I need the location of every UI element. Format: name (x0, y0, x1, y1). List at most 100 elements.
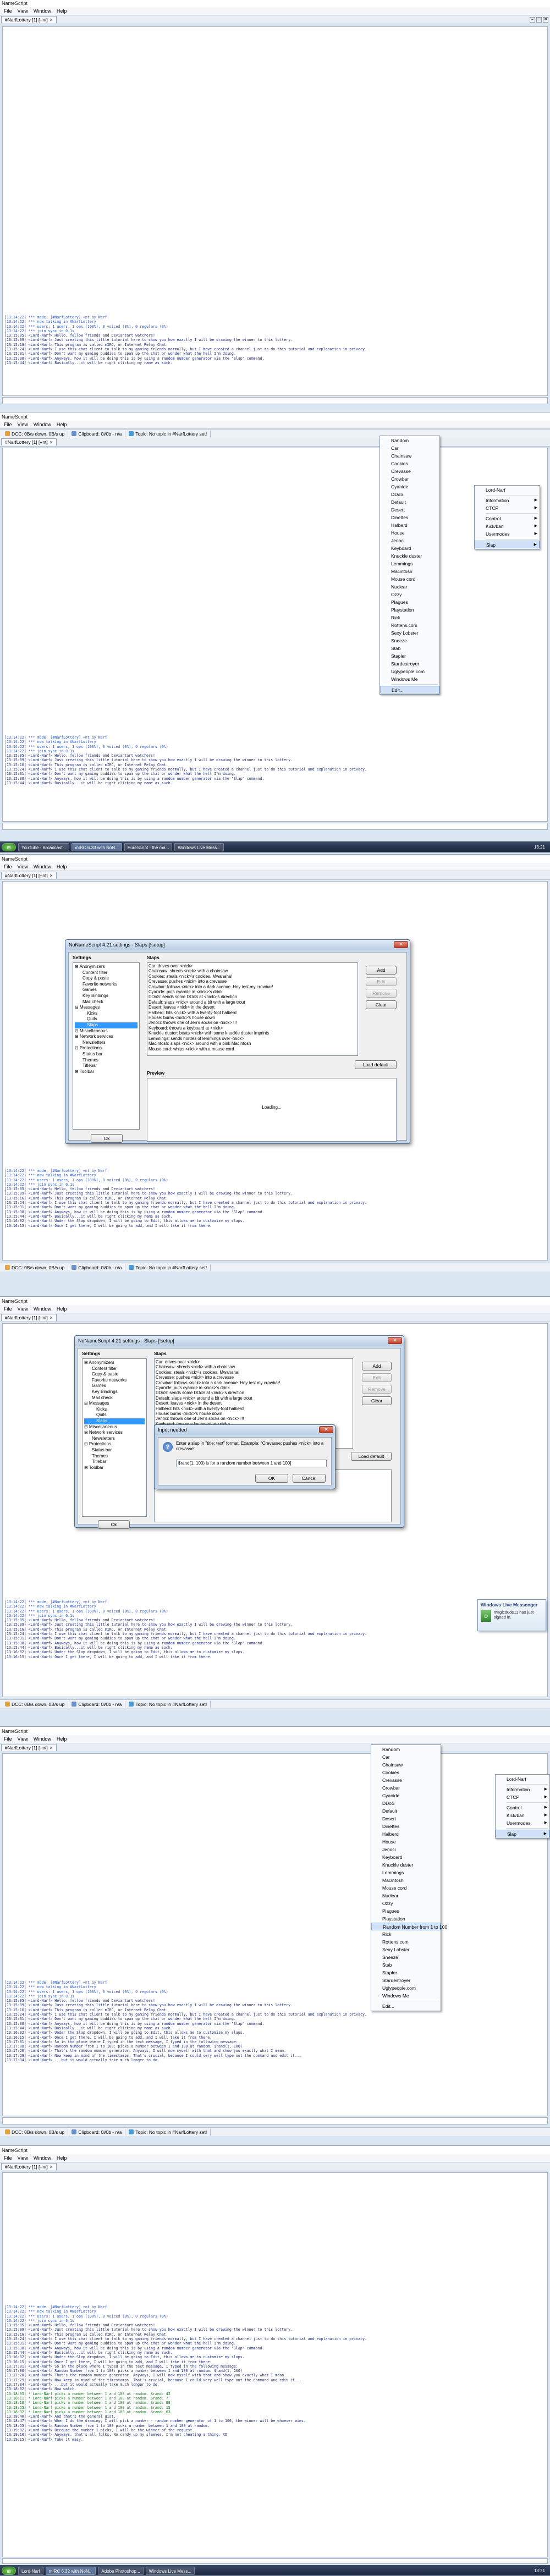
cancel-button[interactable]: Cancel (293, 1474, 326, 1483)
slap-menu-item[interactable]: Jenoci (380, 537, 439, 544)
settings-tree-item[interactable]: Quits (84, 1412, 145, 1418)
slap-menu-item[interactable]: Rick (380, 614, 439, 621)
menu-help[interactable]: Help (54, 863, 70, 871)
slap-menu-item[interactable]: Mouse cord (380, 575, 439, 583)
slap-menu-item[interactable]: Stardestroyer (371, 1977, 441, 1984)
slap-list-item[interactable]: Crevasse: pushes <nick> into a crevasse (156, 1375, 351, 1380)
settings-tree-item[interactable]: Games (84, 1383, 145, 1389)
menu-help[interactable]: Help (54, 7, 70, 15)
settings-tree-item[interactable]: Kicks (75, 1011, 138, 1017)
slap-list-item[interactable]: House: burns <nick>'s house down (156, 1411, 351, 1416)
slap-menu-item[interactable]: Sexy Lobster (380, 629, 439, 637)
slap-menu-item[interactable]: Rick (371, 1930, 441, 1938)
slap-list-item[interactable]: Jenoci: throws one of Jen's socks on <ni… (156, 1416, 351, 1421)
settings-tree-item[interactable]: Status bar (75, 1052, 138, 1058)
menu-file[interactable]: File (1, 2154, 15, 2162)
slap-list-item[interactable]: Desert: leaves <nick> in the desert (156, 1401, 351, 1406)
slap-menu-item[interactable]: Desert (371, 1815, 441, 1823)
slap-menu-item[interactable]: Knuckle duster (380, 552, 439, 560)
settings-tree-item[interactable]: Games (75, 987, 138, 993)
settings-tree-item[interactable]: Kicks (84, 1407, 145, 1413)
slap-list-item[interactable]: Halberd: hits <nick> with a twenty-foot … (148, 1010, 356, 1015)
taskbar-item[interactable]: mIRC 6.33 with NoN... (72, 843, 122, 851)
slap-menu-item[interactable]: Random (380, 437, 439, 444)
slap-list-item[interactable]: Chainsaw: shreds <nick> with a chainsaw (148, 968, 356, 973)
slap-menu-item[interactable]: Mouse cord (371, 1884, 441, 1892)
slap-text-field[interactable]: $rand(1, 100) is for a random number bet… (176, 1460, 327, 1467)
slap-list-item[interactable]: DDoS: sends some DDoS at <nick>'s direct… (156, 1390, 351, 1395)
add-button[interactable]: Add (366, 966, 397, 975)
slap-list-item[interactable]: Lemmings: sends hordes of lemmings over … (148, 1036, 356, 1041)
nick-menu-item[interactable]: Control ▶ (496, 1804, 549, 1812)
slap-menu-item[interactable]: Rottens.com (380, 621, 439, 629)
slap-menu-item[interactable]: Plagues (380, 598, 439, 606)
nick-menu-item[interactable]: Kick/ban ▶ (475, 522, 540, 530)
channel-tab[interactable]: #NarfLottery [1] [+nt] ✕ (1, 16, 57, 23)
nick-menu-item[interactable]: Control ▶ (475, 515, 540, 522)
settings-tree-item[interactable]: Themes (75, 1058, 138, 1064)
remove-button[interactable]: Remove (366, 989, 397, 998)
menu-help[interactable]: Help (54, 1735, 70, 1743)
slap-menu-item[interactable]: Halberd (380, 521, 439, 529)
load-default-button[interactable]: Load default (351, 1452, 392, 1461)
nick-menu-item[interactable]: Kick/ban ▶ (496, 1812, 549, 1819)
slap-menu-item[interactable]: Sneeze (380, 637, 439, 645)
settings-tree-item[interactable]: Content filter (84, 1366, 145, 1372)
messenger-notification[interactable]: Windows Live Messenger ☺ magicdude11 has … (477, 1599, 546, 1631)
menu-view[interactable]: View (15, 1735, 31, 1743)
channel-tab[interactable]: #NarfLottery [1] [+nt] ✕ (1, 1744, 57, 1751)
slap-menu-item[interactable]: Random (371, 1746, 441, 1753)
menu-file[interactable]: File (1, 421, 15, 429)
slap-menu-item[interactable]: Uglypeople.com (380, 668, 439, 675)
settings-tree-item[interactable]: Mail check (84, 1395, 145, 1401)
clear-button[interactable]: Clear (362, 1396, 392, 1405)
close-icon[interactable]: ✕ (394, 941, 408, 948)
slap-menu-item[interactable]: Keyboard (380, 544, 439, 552)
slap-list-item[interactable]: Cookies: steals <nick>'s cookies. Mwahah… (156, 1370, 351, 1375)
nick-menu-item[interactable]: Information ▶ (475, 497, 540, 504)
close-icon[interactable]: ✕ (50, 439, 53, 446)
settings-tree-item[interactable]: ⊟ Network services (84, 1430, 145, 1436)
slap-menu-item[interactable]: Halberd (371, 1830, 441, 1838)
slap-menu-item[interactable]: Plagues (371, 1907, 441, 1915)
remove-button[interactable]: Remove (362, 1385, 392, 1394)
message-input[interactable] (2, 2117, 548, 2124)
slap-menu-item[interactable]: Macintosh (380, 568, 439, 575)
slap-menu-item[interactable]: Lemmings (380, 560, 439, 568)
nick-menu-item[interactable]: CTCP ▶ (496, 1793, 549, 1801)
taskbar-item[interactable]: Windows Live Mess... (174, 843, 224, 851)
slap-menu-item[interactable]: Random Number from 1 to 100 (371, 1923, 447, 1930)
ok-button[interactable]: Ok (98, 1520, 130, 1529)
taskbar-item[interactable]: Adobe Photoshop... (98, 2566, 144, 2575)
menu-help[interactable]: Help (54, 421, 70, 429)
settings-tree-item[interactable]: ⊟ Messages (75, 1005, 138, 1011)
start-button[interactable]: ⊞ (2, 843, 16, 851)
slap-menu-item[interactable]: Playstation (371, 1915, 441, 1923)
channel-tab[interactable]: #NarfLottery [1] [+nt] ✕ (1, 1314, 57, 1321)
menu-view[interactable]: View (15, 1305, 31, 1313)
slap-menu-item[interactable]: Ozzy (380, 591, 439, 598)
menu-view[interactable]: View (15, 421, 31, 429)
settings-tree-item[interactable]: ⊟ Anonymizers (75, 964, 138, 970)
slap-menu-item[interactable]: Stab (371, 1961, 441, 1969)
settings-tree-item[interactable]: ⊟ Miscellaneous (84, 1424, 145, 1430)
slap-menu-item[interactable]: Cyanide (371, 1792, 441, 1799)
slap-menu-item[interactable]: Knuckle duster (371, 1861, 441, 1869)
slap-list-item[interactable]: Cyanide: puts cyanide in <nick>'s drink (148, 989, 356, 994)
menu-file[interactable]: File (1, 1735, 15, 1743)
nick-menu-item[interactable]: Information ▶ (496, 1786, 549, 1793)
slap-menu-item[interactable]: Default (371, 1807, 441, 1815)
channel-tab[interactable]: #NarfLottery [1] [+nt] ✕ (1, 872, 57, 879)
slap-list-item[interactable]: House: burns <nick>'s house down (148, 1015, 356, 1020)
slap-list-item[interactable]: Mouse cord: whips <nick> with a mouse co… (148, 1047, 356, 1052)
menu-window[interactable]: Window (31, 1735, 54, 1743)
slap-menu-item[interactable]: Dinettes (380, 514, 439, 521)
settings-tree[interactable]: ⊟ Anonymizers Content filter Copy & paste F… (73, 962, 140, 1130)
slap-menu-item[interactable]: Uglypeople.com (371, 1984, 441, 1992)
slaps-list[interactable]: Car: drives over <nick> Chainsaw: shreds … (147, 962, 358, 1056)
settings-tree-item[interactable]: ⊟ Network services (75, 1034, 138, 1040)
nick-menu-item[interactable]: Slap ▶ (475, 541, 540, 548)
slap-menu-item[interactable]: Crevasse (371, 1776, 441, 1784)
slap-menu-item[interactable]: Edit... (380, 686, 439, 693)
menu-window[interactable]: Window (31, 2154, 54, 2162)
